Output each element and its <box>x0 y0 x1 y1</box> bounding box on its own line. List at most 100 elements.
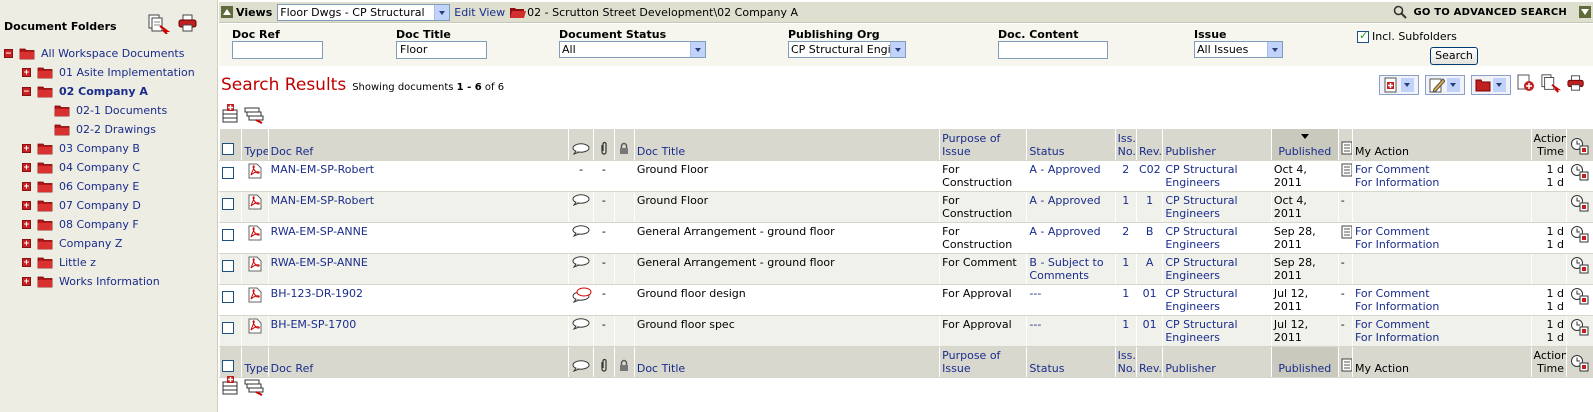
col-header-published[interactable]: Published <box>1270 129 1339 161</box>
col-header-publisher[interactable]: Publisher <box>1162 129 1272 161</box>
col-header-my-action[interactable]: My Action <box>1351 129 1531 161</box>
issue-select[interactable]: All Issues <box>1194 41 1283 58</box>
pdf-icon[interactable] <box>248 318 262 337</box>
table-row[interactable]: RWA-EM-SP-ANNE - General Arrangement - gro… <box>218 253 1593 285</box>
issue-number-link[interactable]: 2 <box>1122 163 1129 176</box>
history-icon[interactable] <box>1570 163 1590 184</box>
doc-status-select[interactable]: All <box>559 41 706 58</box>
expand-icon[interactable]: + <box>22 276 31 286</box>
expand-icon[interactable]: + <box>22 238 31 248</box>
col-header-doc-title[interactable]: Doc Title <box>633 346 940 378</box>
publisher-link[interactable]: CP Structural Engineers <box>1165 225 1237 251</box>
collapse-search-icon[interactable] <box>1579 6 1591 18</box>
col-header-purpose[interactable]: Purpose of Issue <box>939 129 1027 161</box>
doc-ref-link[interactable]: MAN-EM-SP-Robert <box>271 163 374 176</box>
issue-number-link[interactable]: 2 <box>1122 225 1129 238</box>
incl-subfolders-checkbox[interactable] <box>1357 29 1369 43</box>
add-to-list-icon[interactable] <box>1517 74 1535 95</box>
col-header-doc-ref[interactable]: Doc Ref <box>267 346 569 378</box>
status-link[interactable]: B - Subject to Comments <box>1029 256 1103 282</box>
row-checkbox[interactable] <box>222 259 234 272</box>
table-row[interactable]: MAN-EM-SP-Robert - - Ground Floor For Constr… <box>218 160 1593 192</box>
expand-icon[interactable]: + <box>22 143 31 153</box>
row-checkbox[interactable] <box>222 321 234 334</box>
col-header-rev[interactable]: Rev. <box>1135 346 1163 378</box>
revision-link[interactable]: B <box>1146 225 1154 238</box>
comments-icon[interactable] <box>567 346 594 378</box>
col-header-type[interactable]: Type <box>241 129 269 161</box>
publisher-link[interactable]: CP Structural Engineers <box>1165 163 1237 189</box>
expand-icon[interactable]: + <box>22 257 31 267</box>
new-document-dropdown[interactable] <box>1379 74 1419 95</box>
history-icon[interactable] <box>1570 225 1590 246</box>
publishing-org-select[interactable]: CP Structural Engine <box>788 41 906 58</box>
tree-item[interactable]: − All Workspace Documents <box>4 44 184 62</box>
add-columns-icon[interactable] <box>222 376 240 399</box>
tree-item[interactable]: 02-2 Drawings <box>54 120 156 138</box>
comment-bubble-icon[interactable] <box>572 255 590 271</box>
expand-icon[interactable]: + <box>22 67 31 77</box>
remove-columns-icon[interactable] <box>244 376 264 399</box>
col-header-status[interactable]: Status <box>1026 129 1116 161</box>
comment-bubble-icon[interactable] <box>572 193 590 209</box>
status-link[interactable]: A - Approved <box>1029 225 1100 238</box>
my-action-link[interactable]: For Comment <box>1355 287 1430 300</box>
table-row[interactable]: MAN-EM-SP-Robert - Ground Floor For Constru… <box>218 191 1593 223</box>
advanced-search-link[interactable]: GO TO ADVANCED SEARCH <box>1393 5 1567 19</box>
col-header-status[interactable]: Status <box>1026 346 1116 378</box>
doc-ref-link[interactable]: RWA-EM-SP-ANNE <box>271 256 368 269</box>
search-button[interactable]: Search <box>1430 47 1478 65</box>
my-action-link[interactable]: For Information <box>1355 176 1439 189</box>
pdf-icon[interactable] <box>248 194 262 213</box>
comment-bubble-icon[interactable] <box>572 224 590 240</box>
col-header-action-time[interactable]: Action Time <box>1530 129 1567 161</box>
select-all-checkbox[interactable] <box>222 142 234 155</box>
col-header-publisher[interactable]: Publisher <box>1162 346 1272 378</box>
export-folders-icon[interactable] <box>148 14 171 37</box>
revision-link[interactable]: 1 <box>1146 194 1153 207</box>
new-comment-bubble-icon[interactable] <box>571 287 593 306</box>
revision-link[interactable]: C02 <box>1139 163 1161 176</box>
col-header-doc-title[interactable]: Doc Title <box>633 129 940 161</box>
my-action-link[interactable]: For Comment <box>1355 225 1430 238</box>
attachment-icon[interactable] <box>593 346 615 378</box>
status-link[interactable]: A - Approved <box>1029 194 1100 207</box>
history-icon[interactable] <box>1570 194 1590 215</box>
tree-item[interactable]: − 02 Company A <box>22 82 148 100</box>
pdf-icon[interactable] <box>248 256 262 275</box>
tree-item[interactable]: + Company Z <box>22 234 122 252</box>
status-link[interactable]: --- <box>1029 287 1041 300</box>
history-icon[interactable] <box>1566 129 1593 161</box>
status-link[interactable]: --- <box>1029 318 1041 331</box>
col-header-iss-no[interactable]: Iss. No. <box>1114 346 1137 378</box>
issue-number-link[interactable]: 1 <box>1122 318 1129 331</box>
issue-number-link[interactable]: 1 <box>1122 194 1129 207</box>
revision-link[interactable]: 01 <box>1143 318 1157 331</box>
tree-item[interactable]: + Works Information <box>22 272 160 290</box>
status-link[interactable]: A - Approved <box>1029 163 1100 176</box>
attachment-icon[interactable] <box>593 129 615 161</box>
pdf-icon[interactable] <box>248 163 262 182</box>
col-header-my-action[interactable]: My Action <box>1351 346 1531 378</box>
col-header-type[interactable]: Type <box>241 346 269 378</box>
expand-icon[interactable]: + <box>22 162 31 172</box>
tree-item[interactable]: +08 Company F <box>22 215 139 233</box>
doc-title-input[interactable]: Floor <box>396 41 487 59</box>
col-header-published[interactable]: Published <box>1270 346 1339 378</box>
my-action-link[interactable]: For Comment <box>1355 163 1430 176</box>
edit-view-link[interactable]: Edit View <box>454 6 505 19</box>
edit-dropdown[interactable] <box>1425 74 1465 95</box>
my-action-link[interactable]: For Information <box>1355 238 1439 251</box>
lock-icon[interactable] <box>613 346 635 378</box>
collapse-icon[interactable]: − <box>22 86 31 96</box>
col-header-action-time[interactable]: Action Time <box>1530 346 1567 378</box>
note-icon[interactable] <box>1341 163 1353 180</box>
tree-item[interactable]: +01 Asite Implementation <box>22 63 195 81</box>
incl-subfolders[interactable]: Incl. Subfolders <box>1357 29 1457 43</box>
publisher-link[interactable]: CP Structural Engineers <box>1165 256 1237 282</box>
publisher-link[interactable]: CP Structural Engineers <box>1165 194 1237 220</box>
folder-dropdown[interactable] <box>1471 74 1511 95</box>
issue-number-link[interactable]: 1 <box>1122 256 1129 269</box>
doc-ref-link[interactable]: MAN-EM-SP-Robert <box>271 194 374 207</box>
print-icon[interactable] <box>1567 74 1585 95</box>
